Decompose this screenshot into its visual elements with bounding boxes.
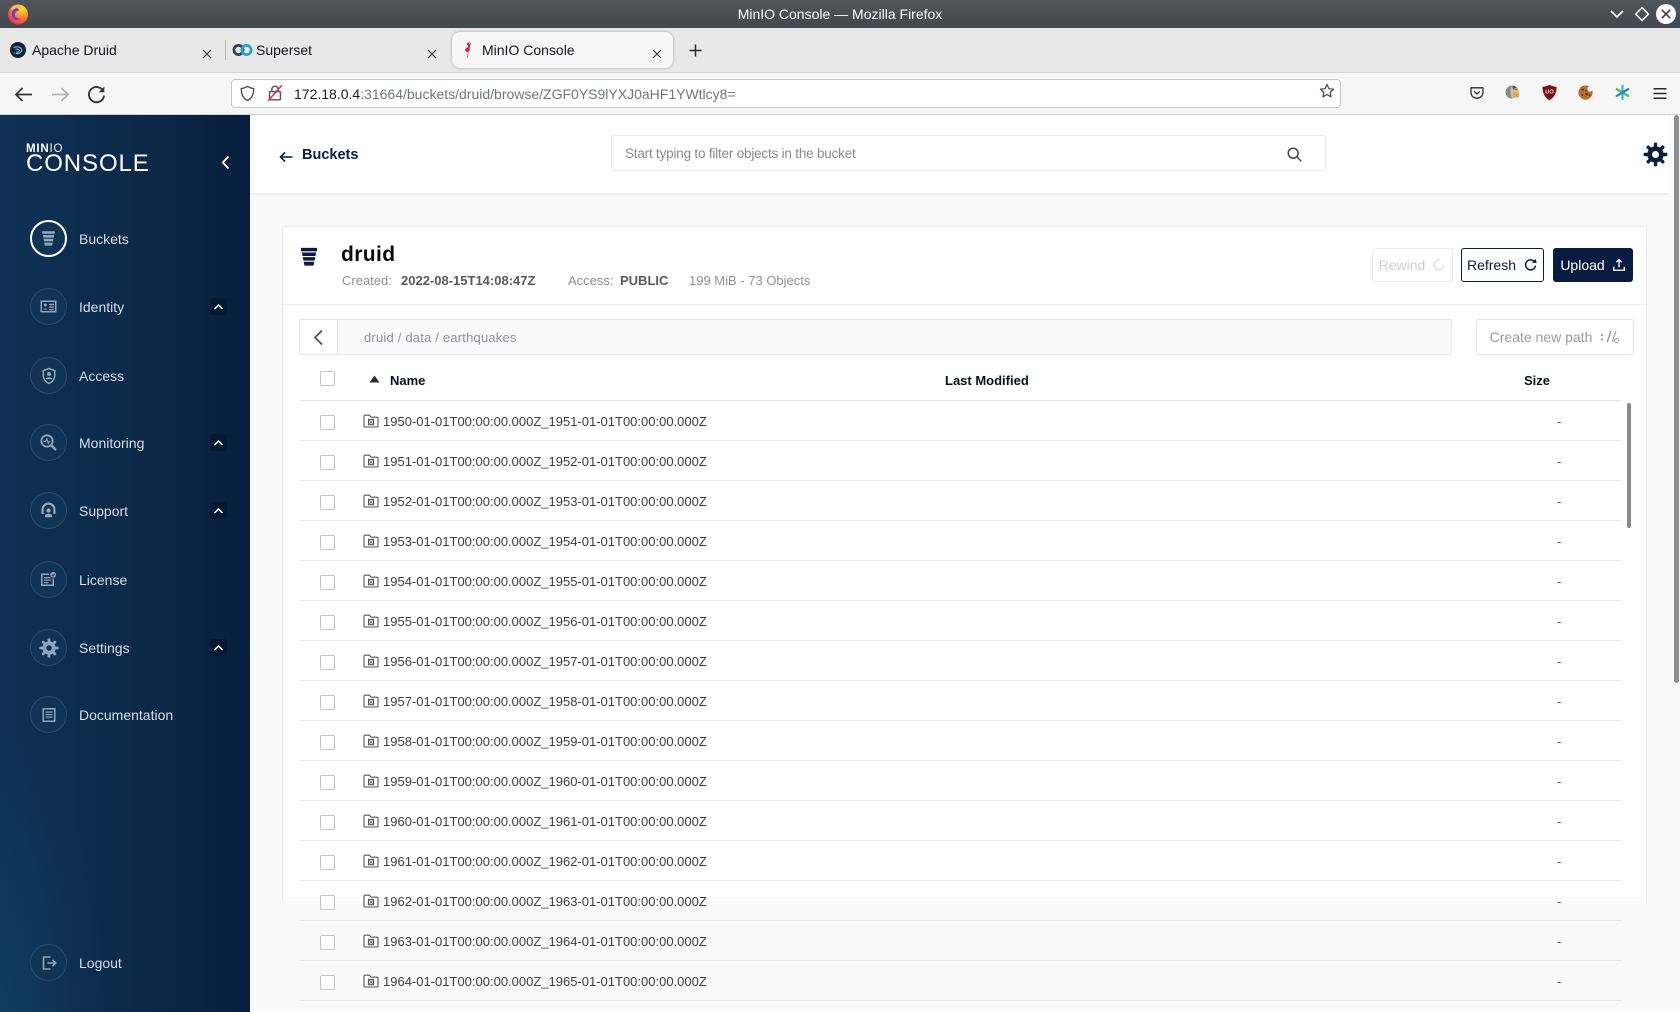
svg-text:UO: UO (1545, 89, 1554, 95)
